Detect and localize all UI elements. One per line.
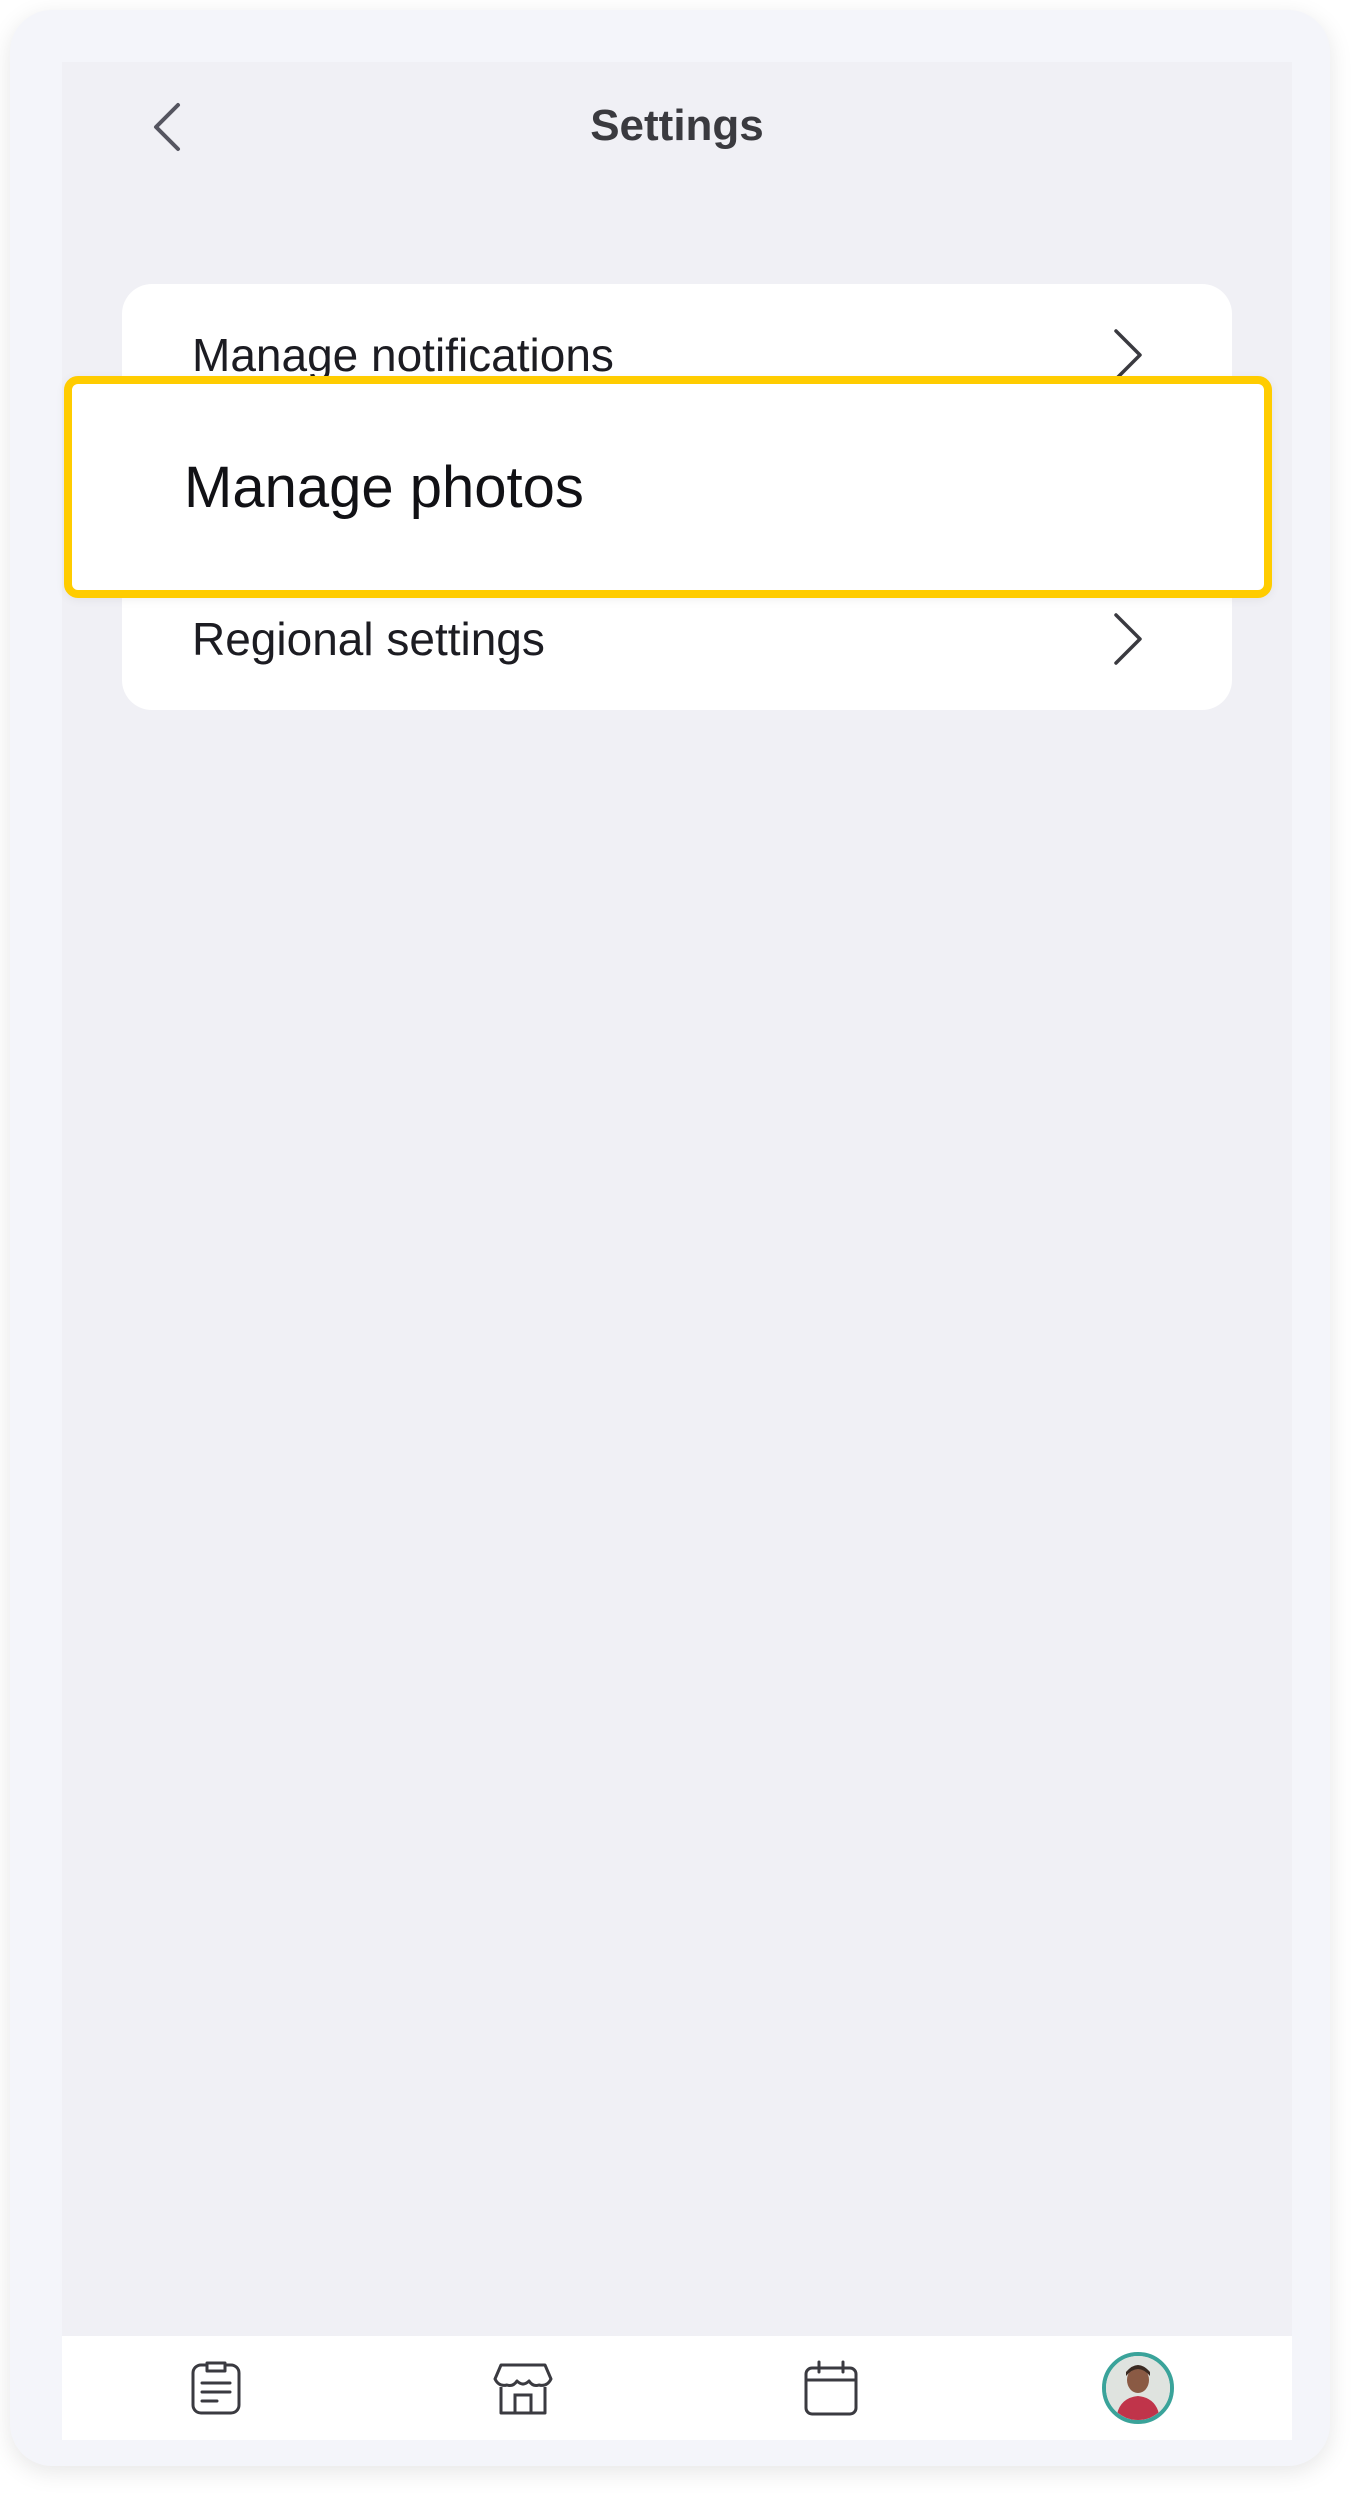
store-icon (493, 2363, 553, 2415)
tab-profile[interactable] (1098, 2348, 1178, 2428)
tab-store[interactable] (483, 2348, 563, 2428)
settings-item-label: Regional settings (192, 613, 545, 665)
settings-item-manage-photos[interactable]: Manage photos (64, 376, 1272, 598)
profile-avatar-image (1106, 2356, 1171, 2420)
settings-item-label: Manage notifications (192, 329, 614, 381)
tab-tasks[interactable] (176, 2348, 256, 2428)
page-title: Settings (590, 101, 764, 150)
avatar (1102, 2352, 1175, 2424)
clipboard-icon (191, 2361, 241, 2415)
tab-calendar[interactable] (791, 2348, 871, 2428)
settings-item-label: Manage photos (184, 454, 584, 520)
chevron-right-icon (1114, 613, 1142, 665)
calendar-icon (804, 2360, 858, 2416)
bottom-tab-bar (62, 2336, 1292, 2440)
